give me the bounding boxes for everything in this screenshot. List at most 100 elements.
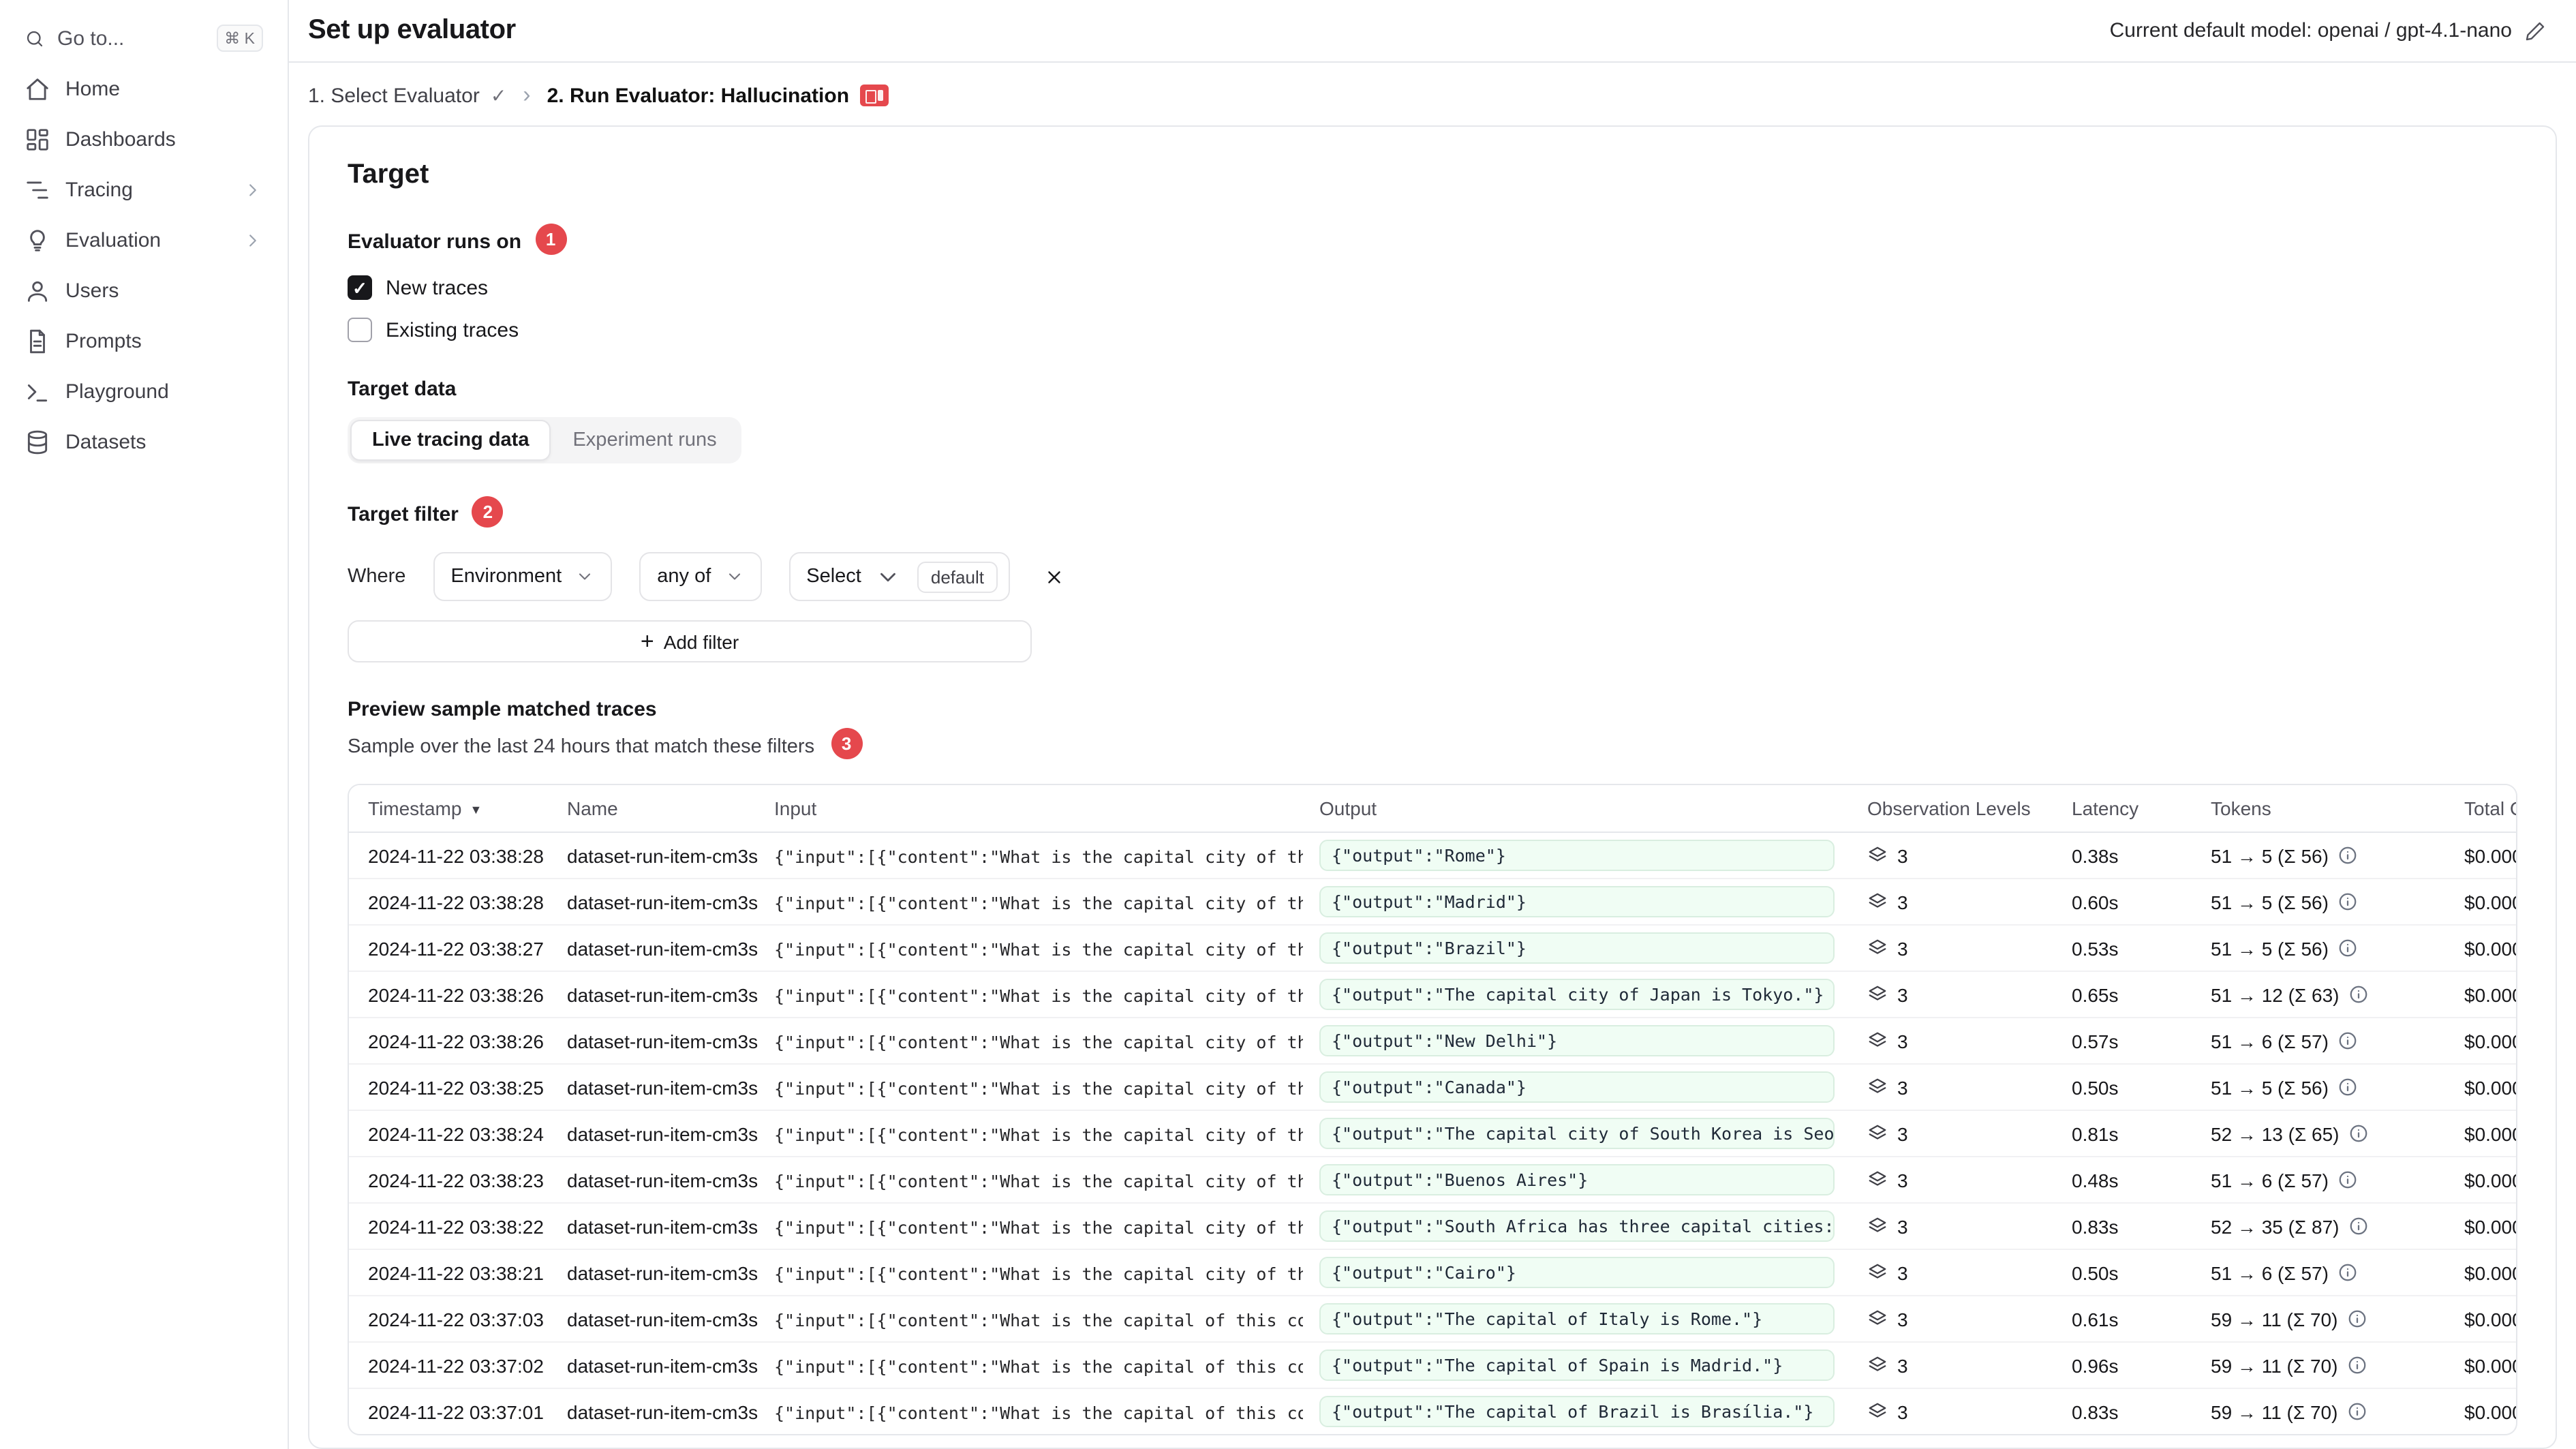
sidebar-item-evaluation[interactable]: Evaluation — [14, 217, 274, 264]
filter-column-select[interactable]: Environment — [433, 552, 613, 601]
goto-button[interactable]: Go to... ⌘ K — [14, 14, 274, 63]
target-data-label: Target data — [348, 378, 457, 401]
checkbox-existing-traces[interactable]: Existing traces — [348, 318, 2517, 342]
sidebar-item-label: Playground — [65, 380, 169, 403]
sidebar-item-prompts[interactable]: Prompts — [14, 318, 274, 365]
column-timestamp[interactable]: Timestamp ▼ — [349, 785, 551, 833]
cell-tokens: 51 → 12 (Σ 63) — [2194, 971, 2448, 1018]
cell-input: {"input":[{"content":"What is the capita… — [758, 1203, 1303, 1250]
table-row[interactable]: 2024-11-22 03:38:24 dataset-run-item-cm3s… — [349, 1110, 2516, 1157]
sidebar-item-tracing[interactable]: Tracing — [14, 166, 274, 214]
chevron-right-icon — [249, 184, 256, 196]
info-icon — [2350, 1217, 2367, 1235]
table-row[interactable]: 2024-11-22 03:37:02 dataset-run-item-cm3s… — [349, 1342, 2516, 1389]
add-filter-button[interactable]: + Add filter — [348, 620, 1032, 662]
cell-name: dataset-run-item-cm3s4 — [567, 1401, 758, 1422]
cell-total-cost: $0.00046 — [2464, 1401, 2516, 1422]
cell-observation-levels: 3 — [1851, 1342, 2055, 1389]
observation-levels-icon — [1869, 1032, 1886, 1047]
tab-live-tracing-data[interactable]: Live tracing data — [350, 420, 551, 461]
checkbox-icon[interactable] — [348, 275, 372, 300]
tab-experiment-runs[interactable]: Experiment runs — [551, 420, 738, 461]
cell-timestamp: 2024-11-22 03:38:25 — [349, 1064, 551, 1111]
table-row[interactable]: 2024-11-22 03:38:26 dataset-run-item-cm3s… — [349, 1018, 2516, 1065]
checkbox-new-traces[interactable]: New traces — [348, 275, 2517, 300]
chevron-down-icon — [579, 573, 591, 580]
table-row[interactable]: 2024-11-22 03:37:03 dataset-run-item-cm3s… — [349, 1296, 2516, 1343]
cell-timestamp: 2024-11-22 03:38:24 — [349, 1110, 551, 1157]
table-row[interactable]: 2024-11-22 03:38:27 dataset-run-item-cm3s… — [349, 925, 2516, 972]
cell-observation-levels: 3 — [1851, 1110, 2055, 1157]
filter-operator-select[interactable]: any of — [639, 552, 762, 601]
cell-name: dataset-run-item-cm3s4 — [551, 832, 758, 879]
observation-levels-icon — [1869, 1217, 1886, 1232]
filter-value-placeholder[interactable]: Select — [790, 553, 917, 600]
filter-value-select[interactable]: Select default — [788, 552, 1010, 601]
filter-operator-value: any of — [657, 566, 711, 588]
step-badge-3: 3 — [831, 728, 863, 759]
step-badge-1: 1 — [535, 224, 567, 255]
column-tokens[interactable]: Tokens — [2194, 785, 2448, 833]
table-row[interactable]: 2024-11-22 03:37:01 dataset-run-item-cm3s… — [349, 1388, 2516, 1434]
sidebar-item-home[interactable]: Home — [14, 65, 274, 113]
info-icon — [2350, 1125, 2367, 1142]
search-icon — [27, 30, 43, 46]
sidebar-item-label: Prompts — [65, 330, 142, 353]
table-row[interactable]: 2024-11-22 03:38:28 dataset-run-item-cm3s… — [349, 832, 2516, 879]
table-row[interactable]: 2024-11-22 03:38:23 dataset-run-item-cm3s… — [349, 1157, 2516, 1204]
main-area: Set up evaluator Current default model: … — [289, 0, 2576, 1449]
hallucination-emoji — [860, 85, 889, 106]
column-input[interactable]: Input — [758, 785, 1303, 833]
remove-filter-button[interactable] — [1037, 559, 1073, 594]
cell-input: {"input":[{"content":"What is the capita… — [758, 1018, 1303, 1065]
cell-total-cost: $0.000015 — [2448, 971, 2516, 1018]
check-icon: ✓ — [490, 84, 507, 106]
edit-pencil-icon[interactable] — [2524, 20, 2546, 42]
cell-output: {"output":"Rome"} — [1303, 832, 1851, 879]
cell-latency: 0.96s — [2055, 1342, 2194, 1389]
sidebar-item-dashboards[interactable]: Dashboards — [14, 116, 274, 164]
cell-timestamp: 2024-11-22 03:38:22 — [349, 1203, 551, 1250]
column-total-cost[interactable]: Total Cost — [2448, 785, 2516, 833]
cell-output: {"output":"Canada"} — [1303, 1064, 1851, 1111]
cell-output: {"output":"Brazil"} — [1303, 925, 1851, 972]
table-row[interactable]: 2024-11-22 03:38:28 dataset-run-item-cm3s… — [349, 879, 2516, 926]
cell-timestamp: 2024-11-22 03:37:02 — [349, 1342, 551, 1389]
cell-name: dataset-run-item-cm3s4 — [551, 1203, 758, 1250]
breadcrumb: 1. Select Evaluator ✓ › 2. Run Evaluator… — [289, 63, 2576, 125]
target-filter-label: Target filter 2 — [348, 496, 2517, 530]
column-latency[interactable]: Latency — [2055, 785, 2194, 833]
table-row[interactable]: 2024-11-22 03:38:25 dataset-run-item-cm3s… — [349, 1064, 2516, 1111]
table-row[interactable]: 2024-11-22 03:38:22 dataset-run-item-cm3s… — [349, 1203, 2516, 1250]
sidebar-item-datasets[interactable]: Datasets — [14, 418, 274, 466]
step-select-evaluator[interactable]: 1. Select Evaluator ✓ — [308, 84, 506, 107]
cell-tokens: 51 → 5 (Σ 56) — [2194, 879, 2448, 926]
cell-tokens: 59 → 11 (Σ 70) — [2194, 1296, 2448, 1343]
goto-label: Go to... — [57, 27, 125, 50]
column-observation-levels[interactable]: Observation Levels — [1851, 785, 2055, 833]
observation-levels-icon — [1869, 1125, 1886, 1140]
default-model-label: Current default model: openai / gpt-4.1-… — [2109, 19, 2512, 42]
sidebar-item-playground[interactable]: Playground — [14, 368, 274, 416]
target-card: Target Evaluator runs on 1 New traces Ex… — [308, 125, 2557, 1449]
info-icon — [2340, 1032, 2357, 1050]
preview-title: Preview sample matched traces — [348, 698, 657, 721]
table-row[interactable]: 2024-11-22 03:38:26 dataset-run-item-cm3s… — [349, 971, 2516, 1018]
column-name[interactable]: Name — [551, 785, 758, 833]
app: Go to... ⌘ K Home Dashboards Tracing Eva… — [0, 0, 2576, 1449]
cell-name: dataset-run-item-cm3s4 — [551, 1018, 758, 1065]
sidebar-item-label: Dashboards — [65, 128, 176, 151]
sidebar-item-users[interactable]: Users — [14, 267, 274, 315]
cell-input: {"input":[{"content":"What is the capita… — [758, 1110, 1303, 1157]
step-run-evaluator[interactable]: 2. Run Evaluator: Hallucination — [547, 84, 889, 107]
cell-latency: 0.50s — [2055, 1064, 2194, 1111]
content-area: Target Evaluator runs on 1 New traces Ex… — [289, 125, 2576, 1449]
cell-tokens: 51 → 6 (Σ 57) — [2194, 1018, 2448, 1065]
cell-tokens: 52 → 35 (Σ 87) — [2194, 1203, 2448, 1250]
cell-input: {"input":[{"content":"What is the capita… — [758, 1157, 1303, 1204]
info-icon — [2349, 1403, 2366, 1420]
checkbox-icon[interactable] — [348, 318, 372, 342]
table-row[interactable]: 2024-11-22 03:38:21 dataset-run-item-cm3s… — [349, 1249, 2516, 1296]
checkbox-label: New traces — [386, 276, 489, 299]
column-output[interactable]: Output — [1303, 785, 1851, 833]
